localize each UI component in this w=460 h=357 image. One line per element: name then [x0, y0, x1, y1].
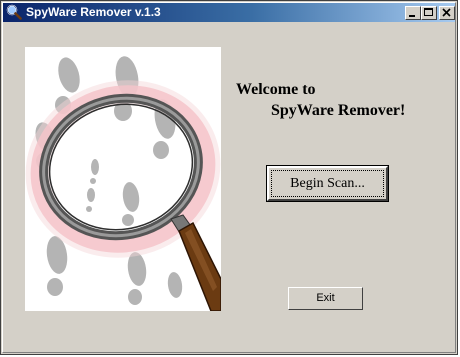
begin-scan-label: Begin Scan... [290, 176, 365, 191]
close-button[interactable] [439, 6, 455, 20]
client-area: Welcome to SpyWare Remover! Begin Scan..… [3, 23, 455, 354]
minimize-icon [409, 15, 415, 17]
exit-label: Exit [316, 292, 335, 304]
begin-scan-button[interactable]: Begin Scan... [266, 165, 389, 202]
title-bar[interactable]: SpyWare Remover v.1.3 [3, 3, 455, 22]
exit-button[interactable]: Exit [288, 287, 363, 310]
app-window: SpyWare Remover v.1.3 Welcome to SpyWare… [0, 0, 458, 355]
welcome-heading-line1: Welcome to [236, 81, 316, 98]
magnifier-icon[interactable] [6, 4, 22, 20]
maximize-button[interactable] [421, 6, 437, 20]
maximize-icon [424, 8, 433, 16]
minimize-button[interactable] [405, 6, 421, 20]
close-icon [442, 8, 451, 17]
magnifying-glass-illustration [25, 47, 221, 311]
welcome-heading-line2: SpyWare Remover! [271, 102, 406, 119]
window-title: SpyWare Remover v.1.3 [26, 5, 161, 19]
